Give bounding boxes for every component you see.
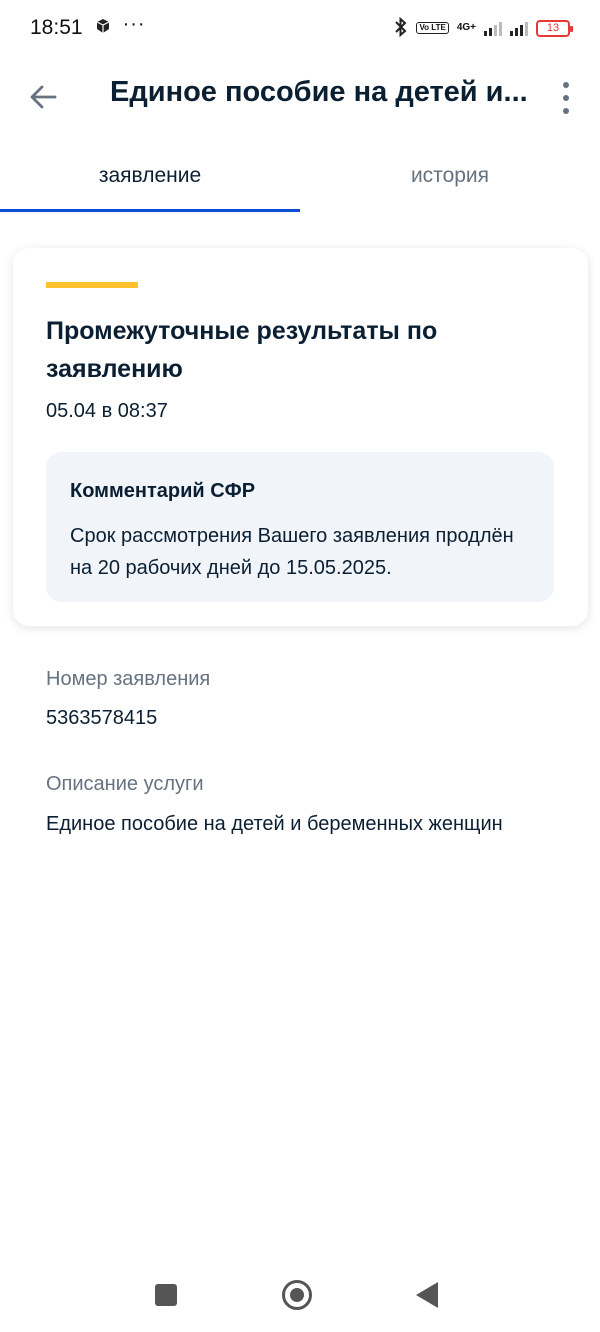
volte-icon: Vo LTE bbox=[416, 22, 449, 34]
application-number-value: 5363578415 bbox=[46, 707, 158, 729]
tab-history[interactable]: история bbox=[300, 150, 600, 212]
status-bar: 18:51 ··· Vo LTE 4G+ 13 bbox=[0, 0, 600, 56]
status-accent-bar bbox=[46, 282, 138, 288]
bluetooth-icon bbox=[394, 16, 408, 40]
signal-icon bbox=[484, 20, 502, 36]
arrow-left-icon bbox=[30, 85, 57, 109]
home-button[interactable] bbox=[282, 1280, 312, 1310]
more-vertical-icon bbox=[563, 82, 569, 88]
recents-button[interactable] bbox=[155, 1284, 177, 1306]
screen: 18:51 ··· Vo LTE 4G+ 13 Единое пособие н… bbox=[0, 0, 600, 1332]
status-time: 18:51 bbox=[30, 16, 83, 39]
comment-box: Комментарий СФР Срок рассмотрения Вашего… bbox=[46, 452, 554, 602]
status-card: Промежуточные результаты по заявлению 05… bbox=[13, 248, 588, 626]
app-bar: Единое пособие на детей и... bbox=[0, 62, 600, 132]
card-title: Промежуточные результаты по заявлению bbox=[46, 317, 438, 383]
status-right: Vo LTE 4G+ 13 bbox=[394, 16, 573, 40]
package-icon bbox=[95, 16, 111, 40]
battery-level: 13 bbox=[546, 22, 560, 34]
card-date: 05.04 в 08:37 bbox=[46, 400, 168, 422]
more-menu-button[interactable] bbox=[552, 78, 580, 118]
battery-icon: 13 bbox=[536, 19, 573, 37]
back-button[interactable] bbox=[26, 80, 60, 114]
page-title: Единое пособие на детей и... bbox=[110, 76, 528, 108]
comment-text: Срок рассмотрения Вашего заявления продл… bbox=[70, 525, 514, 579]
comment-title: Комментарий СФР bbox=[70, 480, 256, 502]
system-nav-bar bbox=[0, 1262, 600, 1332]
tabs: заявление история bbox=[0, 150, 600, 212]
service-description-value: Единое пособие на детей и беременных жен… bbox=[46, 813, 503, 835]
system-back-button[interactable] bbox=[416, 1282, 438, 1308]
application-number-label: Номер заявления bbox=[46, 668, 211, 690]
status-left: 18:51 ··· bbox=[30, 12, 146, 40]
status-overflow: ··· bbox=[122, 12, 146, 35]
service-description-label: Описание услуги bbox=[46, 773, 204, 795]
network-type: 4G+ bbox=[456, 22, 476, 33]
signal-icon-2 bbox=[510, 20, 528, 36]
tab-application[interactable]: заявление bbox=[0, 150, 300, 212]
